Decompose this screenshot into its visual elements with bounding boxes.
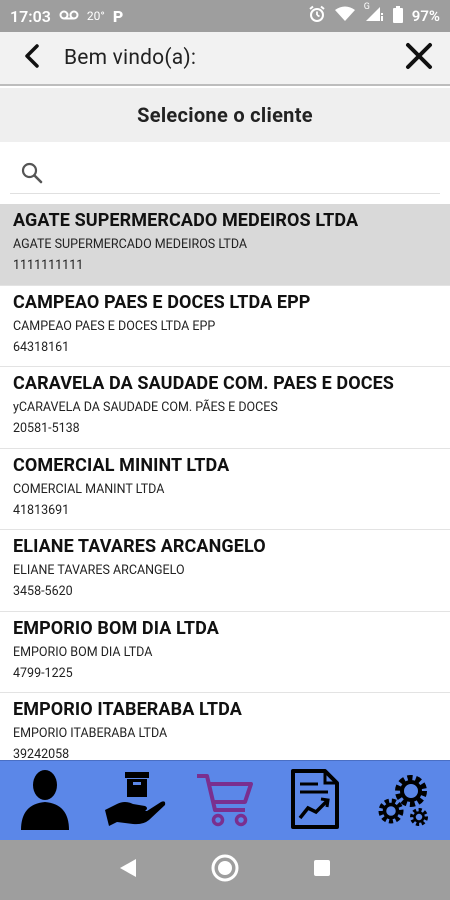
- parking-icon: P: [112, 6, 124, 26]
- nav-reports-button[interactable]: [275, 763, 355, 839]
- status-time: 17:03: [10, 6, 51, 26]
- delivery-box-hand-icon: [103, 770, 167, 832]
- battery-level: 97%: [411, 7, 440, 25]
- search-underline: [10, 193, 440, 194]
- shopping-cart-icon: [195, 770, 255, 832]
- voicemail-icon: [59, 7, 79, 25]
- nav-delivery-button[interactable]: [95, 763, 175, 839]
- client-list-item[interactable]: EMPORIO ITABERABA LTDA EMPORIO ITABERABA…: [0, 693, 450, 760]
- header-title: Bem vindo(a):: [64, 46, 197, 70]
- back-triangle-icon: [118, 857, 138, 883]
- client-name: CAMPEAO PAES E DOCES LTDA EPP: [13, 291, 311, 313]
- client-name: COMERCIAL MININT LTDA: [13, 454, 230, 476]
- settings-gears-icon: [375, 771, 435, 831]
- system-home-button[interactable]: [200, 845, 250, 895]
- client-subtitle: CAMPEAO PAES E DOCES LTDA EPP: [13, 318, 216, 334]
- nav-clients-button[interactable]: [5, 763, 85, 839]
- client-list-item[interactable]: CARAVELA DA SAUDADE COM. PAES E DOCES yC…: [0, 367, 450, 449]
- client-subtitle: EMPORIO ITABERABA LTDA: [13, 726, 168, 741]
- client-name: AGATE SUPERMERCADO MEDEIROS LTDA: [13, 210, 359, 231]
- client-name: EMPORIO ITABERABA LTDA: [13, 699, 242, 720]
- client-list[interactable]: AGATE SUPERMERCADO MEDEIROS LTDA AGATE S…: [0, 204, 450, 760]
- client-subtitle: AGATE SUPERMERCADO MEDEIROS LTDA: [13, 237, 248, 252]
- client-code: 20581-5138: [13, 421, 80, 436]
- client-code: 3458-5620: [13, 584, 73, 599]
- client-list-item[interactable]: CAMPEAO PAES E DOCES LTDA EPP CAMPEAO PA…: [0, 285, 450, 367]
- close-icon: [404, 41, 434, 75]
- alarm-icon: [308, 5, 326, 27]
- recents-square-icon: [312, 858, 332, 882]
- nav-settings-button[interactable]: [365, 763, 445, 839]
- system-recents-button[interactable]: [297, 845, 347, 895]
- client-subtitle: yCARAVELA DA SAUDADE COM. PÃES E DOCES: [13, 400, 278, 415]
- client-code: 4799-1225: [13, 665, 73, 681]
- home-circle-icon: [210, 853, 240, 887]
- client-name: ELIANE TAVARES ARCANGELO: [13, 536, 266, 557]
- signal-icon: G: [364, 2, 384, 26]
- client-subtitle: EMPORIO BOM DIA LTDA: [13, 644, 153, 660]
- report-chart-icon: [290, 768, 340, 834]
- search-icon[interactable]: [20, 161, 44, 185]
- client-subtitle: ELIANE TAVARES ARCANGELO: [13, 563, 185, 578]
- wifi-icon: [334, 6, 355, 26]
- bottom-navigation: [0, 760, 450, 840]
- close-button[interactable]: [388, 31, 450, 85]
- client-list-item[interactable]: EMPORIO BOM DIA LTDA EMPORIO BOM DIA LTD…: [0, 611, 450, 693]
- back-chevron-icon: [22, 43, 42, 73]
- status-temperature: 20°: [86, 9, 105, 23]
- network-type-label: G: [363, 2, 370, 12]
- client-subtitle: COMERCIAL MANINT LTDA: [13, 481, 165, 497]
- battery-icon: [392, 5, 403, 27]
- app-header: Bem vindo(a):: [0, 32, 450, 86]
- client-name: EMPORIO BOM DIA LTDA: [13, 617, 219, 639]
- client-code: 1111111111: [13, 258, 84, 273]
- back-button[interactable]: [0, 31, 64, 85]
- nav-cart-button[interactable]: [185, 763, 265, 839]
- system-back-button[interactable]: [103, 845, 153, 895]
- status-bar: 17:03 20° P G 97%: [0, 0, 450, 32]
- client-list-item[interactable]: AGATE SUPERMERCADO MEDEIROS LTDA AGATE S…: [0, 204, 450, 286]
- search-bar: [0, 142, 450, 204]
- client-list-item[interactable]: ELIANE TAVARES ARCANGELO ELIANE TAVARES …: [0, 530, 450, 612]
- system-navigation-bar: [0, 840, 450, 900]
- page-title: Selecione o cliente: [0, 88, 450, 142]
- client-name: CARAVELA DA SAUDADE COM. PAES E DOCES: [13, 373, 394, 394]
- client-code: 41813691: [13, 502, 70, 518]
- user-icon: [17, 768, 73, 834]
- client-list-item[interactable]: COMERCIAL MININT LTDA COMERCIAL MANINT L…: [0, 448, 450, 530]
- client-code: 64318161: [13, 339, 70, 355]
- search-input[interactable]: [58, 156, 438, 192]
- client-code: 39242058: [13, 747, 70, 760]
